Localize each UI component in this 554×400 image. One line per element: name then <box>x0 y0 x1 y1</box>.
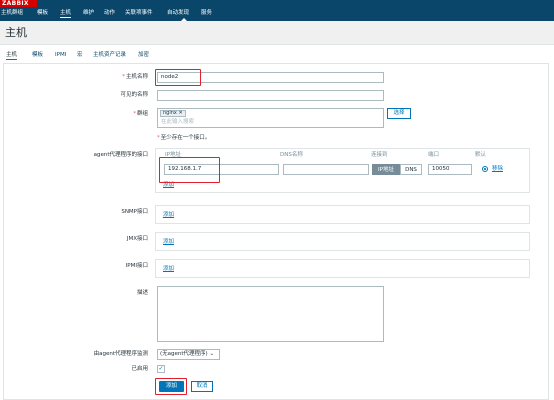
interface-note: *至少存在一个接口。 <box>157 135 211 141</box>
add-ipmi-interface-link[interactable]: 添加 <box>163 266 174 273</box>
col-default-header: 默认 <box>475 152 487 158</box>
ipmi-interface-label: IPMI接口 <box>125 263 148 269</box>
enabled-checkbox[interactable]: ✓ <box>157 365 165 373</box>
tab-encryption[interactable]: 加密 <box>138 52 149 59</box>
col-dns-header: DNS名称 <box>280 152 303 158</box>
add-jmx-interface-link[interactable]: 添加 <box>163 239 174 246</box>
host-name-label: *主机名称 <box>122 74 148 80</box>
nav-correlation[interactable]: 关联项事件 <box>125 10 153 17</box>
host-form: *主机名称 node2 可见的名称 *群组 nginx ✕ 在此输入搜索 选择 … <box>3 63 549 400</box>
nav-actions[interactable]: 动作 <box>104 10 115 17</box>
tab-templates[interactable]: 模板 <box>32 52 43 59</box>
description-label: 描述 <box>136 290 148 296</box>
highlight-box <box>155 378 187 395</box>
tab-ipmi[interactable]: IPMI <box>55 52 66 59</box>
page-title: 主机 <box>5 26 27 39</box>
proxy-label: 由agent代理程序监测 <box>93 351 148 357</box>
col-connect-header: 连接到 <box>371 152 388 158</box>
zabbix-logo[interactable]: ZABBIX <box>0 0 37 7</box>
jmx-interface-label: JMX接口 <box>126 236 148 242</box>
ipmi-interface-box: 添加 <box>155 259 530 278</box>
nav-maintenance[interactable]: 维护 <box>83 10 94 17</box>
remove-interface-link[interactable]: 移除 <box>492 166 503 173</box>
connect-ip-toggle[interactable]: IP地址 <box>372 164 400 175</box>
highlight-box <box>155 69 201 86</box>
add-agent-interface-link[interactable]: 添加 <box>163 182 174 189</box>
add-snmp-interface-link[interactable]: 添加 <box>163 212 174 219</box>
tab-host[interactable]: 主机 <box>6 52 18 60</box>
visible-name-input[interactable] <box>157 90 384 101</box>
connect-dns-toggle[interactable]: DNS <box>400 164 422 175</box>
dns-name-input[interactable] <box>283 164 369 175</box>
jmx-interface-box: 添加 <box>155 232 530 251</box>
description-textarea[interactable] <box>157 286 384 342</box>
groups-label: *群组 <box>133 111 148 117</box>
snmp-interface-label: SNMP接口 <box>121 209 148 215</box>
select-groups-button[interactable]: 选择 <box>387 108 411 119</box>
groups-multiselect[interactable]: nginx ✕ 在此输入搜索 <box>157 108 384 128</box>
snmp-interface-box: 添加 <box>155 205 530 224</box>
visible-name-label: 可见的名称 <box>120 92 148 98</box>
col-port-header: 端口 <box>428 152 440 158</box>
tab-bar: 主机 模板 IPMI 宏 主机资产记录 加密 <box>0 47 554 63</box>
enabled-label: 已启用 <box>131 366 148 372</box>
nav-services[interactable]: 服务 <box>201 10 212 17</box>
tab-inventory[interactable]: 主机资产记录 <box>93 52 126 59</box>
nav-discovery[interactable]: 自动发现 <box>167 10 189 17</box>
agent-interface-label: agent代理程序的接口 <box>93 152 148 158</box>
nav-templates[interactable]: 模板 <box>37 10 48 17</box>
title-bar: 主机 <box>0 21 554 45</box>
port-input[interactable]: 10050 <box>428 164 472 175</box>
tab-macros[interactable]: 宏 <box>77 52 83 59</box>
highlight-box <box>159 157 220 183</box>
nav-hosts[interactable]: 主机 <box>60 10 72 18</box>
group-search-placeholder[interactable]: 在此输入搜索 <box>161 119 194 126</box>
default-radio[interactable] <box>482 166 488 172</box>
cancel-button[interactable]: 取消 <box>191 381 213 392</box>
top-navigation: ZABBIX 主机群组 模板 主机 维护 动作 关联项事件 自动发现 服务 <box>0 0 554 21</box>
proxy-select[interactable]: (无agent代理程序) ⌄ <box>157 349 220 360</box>
nav-host-groups[interactable]: 主机群组 <box>1 10 23 17</box>
chevron-down-icon: ⌄ <box>209 351 215 357</box>
group-chip[interactable]: nginx ✕ <box>160 110 186 117</box>
